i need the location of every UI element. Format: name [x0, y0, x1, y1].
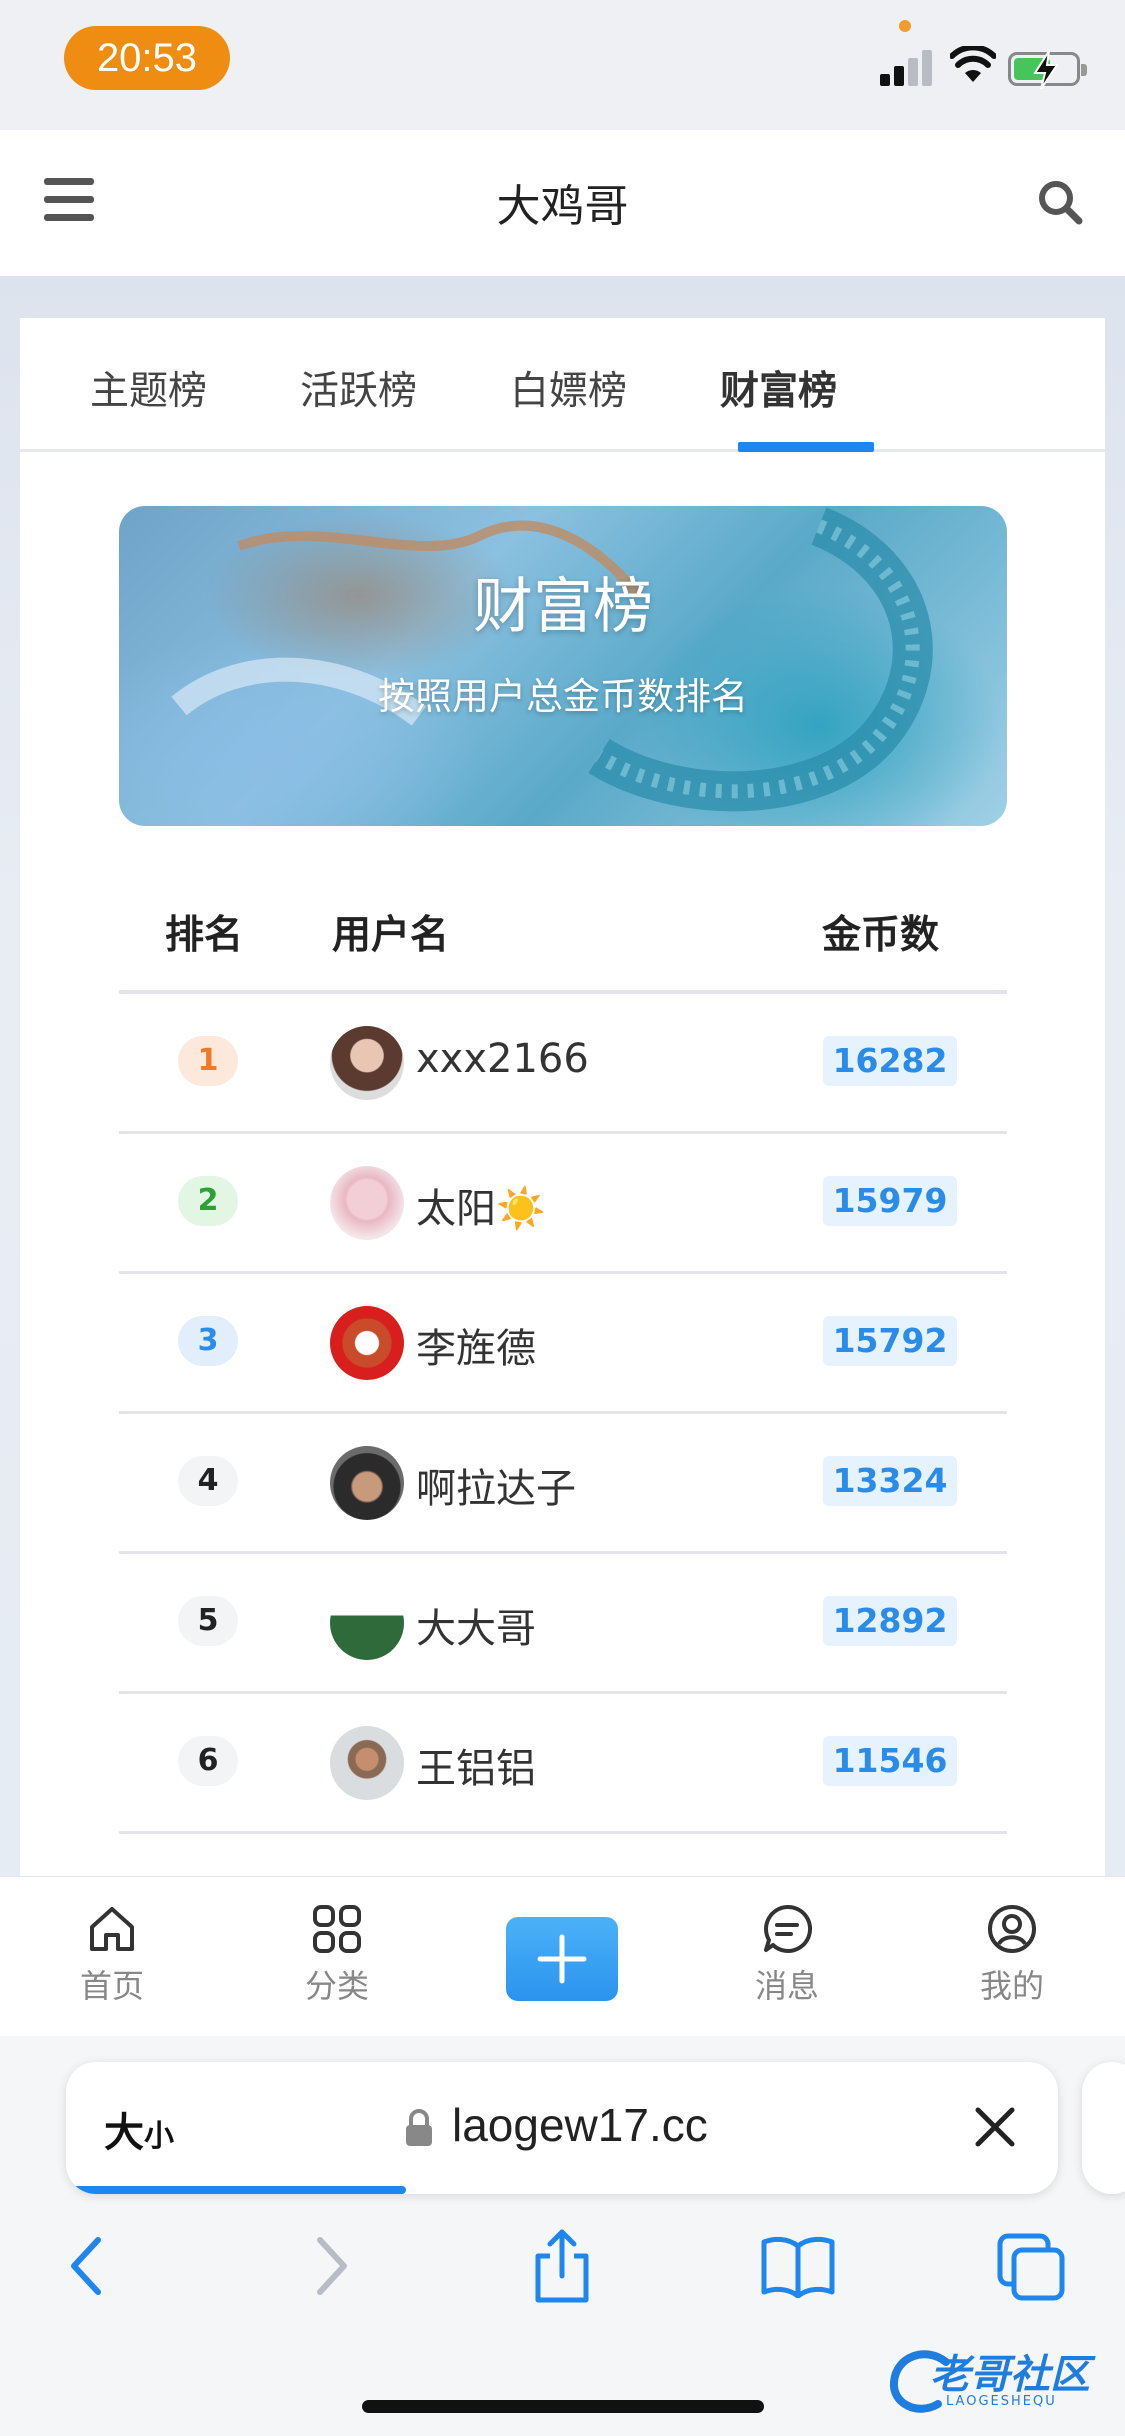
status-time: 20:53 — [64, 26, 230, 90]
nav-category[interactable]: 分类 — [277, 1903, 397, 2007]
tab-topics[interactable]: 主题榜 — [90, 360, 207, 416]
lock-icon — [406, 2109, 432, 2146]
wifi-icon — [950, 46, 996, 82]
avatar[interactable] — [330, 1586, 404, 1660]
coin-count: 16282 — [823, 1036, 957, 1086]
table-header: 排名 用户名 金币数 — [119, 880, 1007, 994]
coin-count: 13324 — [823, 1456, 957, 1506]
avatar[interactable] — [330, 1446, 404, 1520]
text-size-large: 大 — [104, 2110, 144, 2156]
home-icon — [90, 1907, 134, 1951]
username[interactable]: 王铝铝 — [416, 1736, 536, 1794]
coin-count: 15792 — [823, 1316, 957, 1366]
column-rank: 排名 — [165, 913, 244, 958]
rank-badge: 5 — [178, 1596, 238, 1646]
search-icon[interactable] — [1036, 178, 1084, 226]
text-size-small: 小 — [144, 2119, 174, 2154]
tab-freeloader[interactable]: 白嫖榜 — [510, 360, 627, 416]
nav-home-label: 首页 — [79, 1967, 144, 2005]
url-text[interactable]: laogew17.cc — [452, 2098, 708, 2152]
tab-wealth[interactable]: 财富榜 — [720, 360, 837, 416]
table-row[interactable]: 5 大大哥 12892 — [119, 1554, 1007, 1694]
nav-messages-label: 消息 — [754, 1967, 819, 2005]
rank-badge: 2 — [178, 1176, 238, 1226]
back-icon[interactable] — [64, 2234, 108, 2298]
bookmarks-icon[interactable] — [760, 2236, 836, 2298]
battery-icon — [1008, 51, 1087, 89]
avatar[interactable] — [330, 1026, 404, 1100]
wealth-banner: 财富榜 按照用户总金币数排名 — [119, 506, 1007, 826]
nav-category-label: 分类 — [304, 1967, 369, 2005]
table-row[interactable]: 4 啊拉达子 13324 — [119, 1414, 1007, 1554]
nav-messages[interactable]: 消息 — [727, 1903, 847, 2007]
rank-badge: 6 — [178, 1736, 238, 1786]
username[interactable]: xxx2166 — [416, 1036, 589, 1082]
share-icon[interactable] — [530, 2226, 594, 2306]
banner-title: 财富榜 — [473, 572, 653, 642]
home-indicator[interactable] — [362, 2400, 764, 2413]
avatar[interactable] — [330, 1166, 404, 1240]
watermark-logo: 老哥社区 LAOGESHEQU — [886, 2340, 1116, 2424]
rank-badge: 3 — [178, 1316, 238, 1366]
username[interactable]: 太阳☀️ — [416, 1176, 546, 1234]
column-coins: 金币数 — [822, 913, 940, 958]
next-tab-preview[interactable] — [1082, 2062, 1125, 2194]
username[interactable]: 李旌德 — [416, 1316, 536, 1374]
avatar[interactable] — [330, 1306, 404, 1380]
grid-icon — [313, 1905, 361, 1953]
nav-mine[interactable]: 我的 — [952, 1903, 1072, 2007]
user-icon — [988, 1905, 1036, 1953]
tab-active[interactable]: 活跃榜 — [300, 360, 417, 416]
coin-count: 11546 — [823, 1736, 957, 1786]
chat-icon — [764, 1904, 813, 1953]
status-bar: 20:53 — [0, 0, 1125, 130]
table-row[interactable]: 6 王铝铝 11546 — [119, 1694, 1007, 1834]
coin-count: 15979 — [823, 1176, 957, 1226]
nav-mine-label: 我的 — [979, 1967, 1044, 2005]
nav-home[interactable]: 首页 — [52, 1903, 172, 2007]
rank-badge: 1 — [178, 1036, 238, 1086]
text-size-button[interactable]: 大小 — [104, 2100, 174, 2158]
bottom-nav: 首页 分类 消息 我的 — [0, 1876, 1125, 2036]
coin-count: 12892 — [823, 1596, 957, 1646]
page-title: 大鸡哥 — [496, 181, 629, 232]
privacy-indicator-dot — [899, 20, 911, 32]
column-username: 用户名 — [332, 913, 450, 958]
ranking-tabs: 主题榜 活跃榜 白嫖榜 财富榜 — [20, 318, 1105, 452]
rank-badge: 4 — [178, 1456, 238, 1506]
tabs-icon[interactable] — [996, 2232, 1068, 2302]
banner-subtitle: 按照用户总金币数排名 — [378, 675, 748, 718]
watermark-text: 老哥社区 — [930, 2352, 1090, 2398]
table-row[interactable]: 3 李旌德 15792 — [119, 1274, 1007, 1414]
cellular-signal-icon — [880, 50, 936, 86]
close-icon[interactable] — [970, 2102, 1020, 2152]
app-header: 大鸡哥 — [0, 130, 1125, 276]
active-tab-indicator — [738, 442, 874, 452]
table-row[interactable]: 1 xxx2166 16282 — [119, 994, 1007, 1134]
watermark-subtext: LAOGESHEQU — [946, 2394, 1057, 2409]
avatar[interactable] — [330, 1726, 404, 1800]
forward-icon[interactable] — [310, 2234, 354, 2298]
username[interactable]: 大大哥 — [416, 1596, 536, 1654]
address-bar[interactable]: 大小 laogew17.cc — [66, 2062, 1058, 2194]
page-load-progress — [66, 2186, 406, 2194]
create-post-button[interactable] — [506, 1917, 618, 2001]
table-row[interactable]: 2 太阳☀️ 15979 — [119, 1134, 1007, 1274]
plus-icon — [537, 1934, 587, 1984]
username[interactable]: 啊拉达子 — [416, 1456, 576, 1514]
